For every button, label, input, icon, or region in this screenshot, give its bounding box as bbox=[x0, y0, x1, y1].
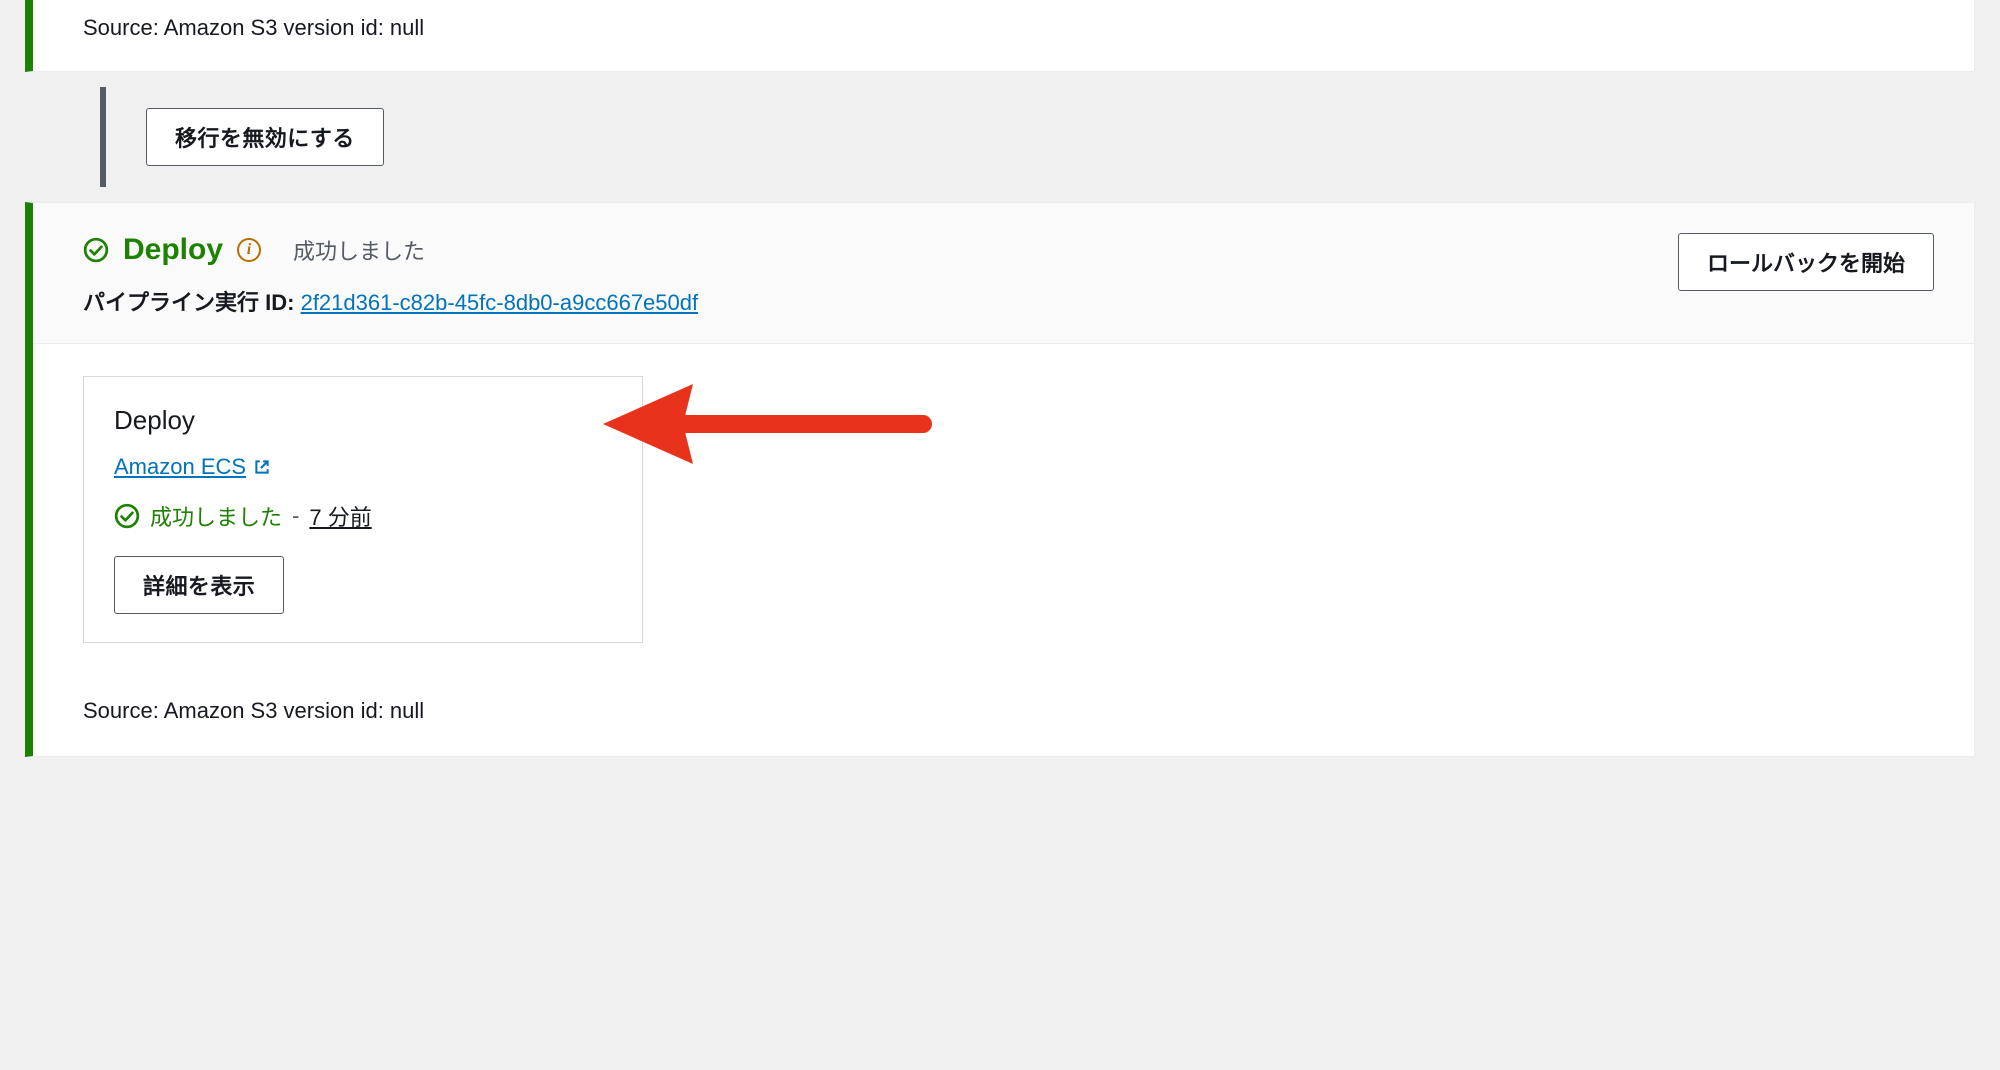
source-stage-card: Source: Amazon S3 version id: null bbox=[25, 0, 1975, 72]
status-separator: - bbox=[292, 503, 299, 529]
action-time-ago[interactable]: 7 分前 bbox=[309, 500, 371, 532]
action-name: Deploy bbox=[114, 405, 612, 436]
deploy-stage-body: Deploy Amazon ECS bbox=[33, 344, 1974, 756]
action-status-text: 成功しました bbox=[150, 500, 282, 532]
pipeline-id-link[interactable]: 2f21d361-c82b-45fc-8db0-a9cc667e50df bbox=[301, 290, 699, 315]
stage-status-text: 成功しました bbox=[293, 234, 425, 266]
disable-transition-button[interactable]: 移行を無効にする bbox=[146, 108, 384, 166]
deploy-stage-card: Deploy i 成功しました パイプライン実行 ID: 2f21d361-c8… bbox=[25, 202, 1975, 757]
view-details-button[interactable]: 詳細を表示 bbox=[114, 556, 284, 614]
success-check-icon bbox=[83, 237, 109, 263]
connector-line bbox=[100, 87, 106, 187]
deploy-stage-header: Deploy i 成功しました パイプライン実行 ID: 2f21d361-c8… bbox=[33, 203, 1974, 344]
red-arrow-annotation bbox=[603, 374, 933, 474]
action-success-check-icon bbox=[114, 503, 140, 529]
external-link-icon bbox=[253, 458, 271, 476]
deploy-footer-text: Source: Amazon S3 version id: null bbox=[83, 688, 1934, 724]
deploy-action-card: Deploy Amazon ECS bbox=[83, 376, 643, 643]
pipeline-execution-row: パイプライン実行 ID: 2f21d361-c82b-45fc-8db0-a9c… bbox=[83, 285, 698, 317]
stage-title: Deploy bbox=[123, 233, 223, 267]
info-icon[interactable]: i bbox=[237, 238, 261, 262]
pipeline-id-label: パイプライン実行 ID: bbox=[83, 290, 294, 315]
source-footer-text: Source: Amazon S3 version id: null bbox=[83, 15, 1944, 41]
action-provider-link[interactable]: Amazon ECS bbox=[114, 454, 246, 480]
stage-transition: 移行を無効にする bbox=[0, 72, 2000, 202]
start-rollback-button[interactable]: ロールバックを開始 bbox=[1678, 233, 1934, 291]
